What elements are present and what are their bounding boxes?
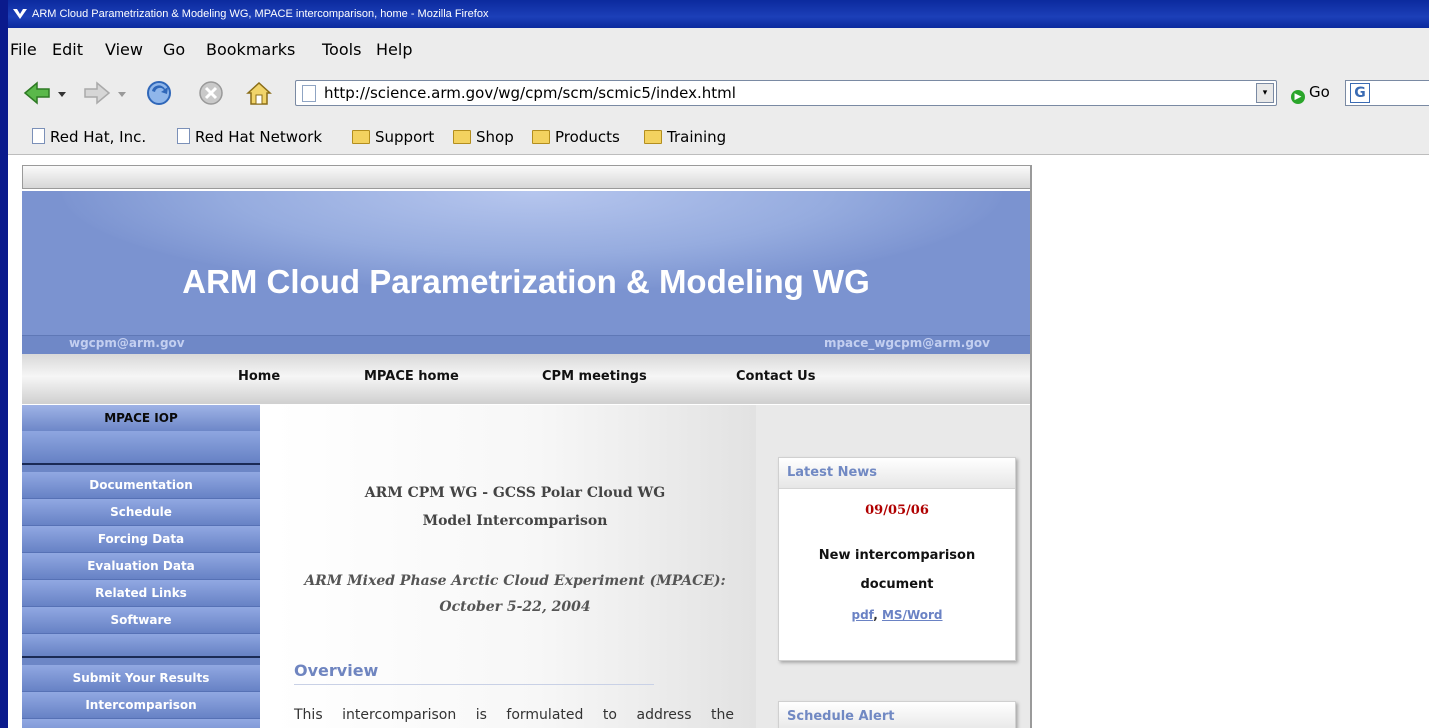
reload-icon[interactable] <box>144 78 174 108</box>
sidebar-item-intercomparison[interactable]: Intercomparison <box>22 692 260 719</box>
menu-bookmarks[interactable]: Bookmarks <box>206 40 295 59</box>
site-title: ARM Cloud Parametrization & Modeling WG <box>182 263 870 300</box>
bookmark-red-hat-network[interactable]: Red Hat Network <box>177 127 322 147</box>
stop-icon[interactable] <box>196 78 226 108</box>
pdf-link[interactable]: pdf <box>851 608 873 622</box>
bookmark-support[interactable]: Support <box>352 127 434 147</box>
page-icon <box>177 128 190 144</box>
folder-icon <box>644 130 662 144</box>
page-icon <box>32 128 45 144</box>
nav-mpace-home[interactable]: MPACE home <box>364 369 459 384</box>
browser-window: ARM Cloud Parametrization & Modeling WG,… <box>8 0 1429 728</box>
schedule-alert-heading: Schedule Alert <box>779 702 1015 728</box>
sidebar-divider <box>22 463 260 465</box>
home-icon[interactable] <box>244 78 274 108</box>
bookmarks-toolbar: Red Hat, Inc. Red Hat Network Support Sh… <box>8 124 1429 152</box>
site-nav: Home MPACE home CPM meetings Contact Us <box>22 354 1030 404</box>
window-menu-icon[interactable] <box>12 7 28 21</box>
latest-news-box: Latest News 09/05/06 New intercomparison… <box>778 457 1016 661</box>
sidebar: MPACE IOP Documentation Schedule Forcing… <box>22 405 260 728</box>
google-search-icon[interactable]: G <box>1350 83 1370 103</box>
overview-heading: Overview <box>294 661 379 680</box>
page-content[interactable]: ARM Cloud Parametrization & Modeling WG … <box>8 155 1429 728</box>
news-date: 09/05/06 <box>865 503 929 518</box>
sidebar-item-related-links[interactable]: Related Links <box>22 580 260 607</box>
back-icon[interactable] <box>22 78 52 108</box>
sidebar-item-partial[interactable] <box>22 719 260 728</box>
nav-contact-us[interactable]: Contact Us <box>736 369 815 384</box>
site-banner: ARM Cloud Parametrization & Modeling WG … <box>22 191 1030 354</box>
email-right[interactable]: mpace_wgcpm@arm.gov <box>824 336 990 350</box>
link-separator: , <box>873 608 878 622</box>
sidebar-item-software[interactable]: Software <box>22 607 260 634</box>
go-icon: ▶ <box>1291 90 1305 104</box>
search-box[interactable]: G <box>1345 80 1429 106</box>
folder-icon <box>352 130 370 144</box>
url-history-dropdown-icon[interactable]: ▾ <box>1256 83 1274 103</box>
sidebar-item-documentation[interactable]: Documentation <box>22 472 260 499</box>
sidebar-header: MPACE IOP <box>22 405 260 431</box>
nav-home[interactable]: Home <box>238 369 280 384</box>
menu-edit[interactable]: Edit <box>52 40 83 59</box>
menu-view[interactable]: View <box>105 40 143 59</box>
sidebar-spacer <box>22 634 260 656</box>
bookmark-products[interactable]: Products <box>532 127 620 147</box>
main-content: ARM CPM WG - GCSS Polar Cloud WG Model I… <box>274 405 756 728</box>
folder-icon <box>453 130 471 144</box>
overview-text: This intercomparison is formulated to ad… <box>294 707 734 723</box>
bookmark-training[interactable]: Training <box>644 127 726 147</box>
window-title: ARM Cloud Parametrization & Modeling WG,… <box>32 8 489 20</box>
url-text[interactable]: http://science.arm.gov/wg/cpm/scm/scmic5… <box>324 83 736 103</box>
email-left[interactable]: wgcpm@arm.gov <box>69 336 185 350</box>
url-bar[interactable]: http://science.arm.gov/wg/cpm/scm/scmic5… <box>295 80 1277 106</box>
experiment-dates: October 5-22, 2004 <box>439 599 591 615</box>
page-right-border <box>1030 165 1032 728</box>
bookmark-shop[interactable]: Shop <box>453 127 514 147</box>
experiment-name: ARM Mixed Phase Arctic Cloud Experiment … <box>304 573 726 589</box>
title-bar: ARM Cloud Parametrization & Modeling WG,… <box>8 0 1429 28</box>
menu-help[interactable]: Help <box>376 40 412 59</box>
web-page: ARM Cloud Parametrization & Modeling WG … <box>22 165 1032 728</box>
page-icon <box>302 85 316 102</box>
right-column: Latest News 09/05/06 New intercomparison… <box>756 405 1030 728</box>
news-line-1: New intercomparison <box>818 548 976 563</box>
top-strip <box>22 165 1032 189</box>
news-links: pdf, MS/Word <box>779 608 1015 622</box>
menu-tools[interactable]: Tools <box>322 40 361 59</box>
page-subtitle: Model Intercomparison <box>422 513 608 529</box>
sidebar-item-schedule[interactable]: Schedule <box>22 499 260 526</box>
menu-file[interactable]: File <box>10 40 37 59</box>
sidebar-item-submit-results[interactable]: Submit Your Results <box>22 665 260 692</box>
latest-news-heading: Latest News <box>779 458 1015 489</box>
page-title: ARM CPM WG - GCSS Polar Cloud WG <box>364 485 666 501</box>
bookmark-red-hat-inc[interactable]: Red Hat, Inc. <box>32 127 146 147</box>
sidebar-spacer <box>22 431 260 463</box>
sidebar-divider <box>22 656 260 658</box>
news-line-2: document <box>860 577 934 592</box>
overview-rule <box>294 684 654 685</box>
nav-cpm-meetings[interactable]: CPM meetings <box>542 369 647 384</box>
forward-icon[interactable] <box>82 78 112 108</box>
menu-go[interactable]: Go <box>163 40 185 59</box>
msword-link[interactable]: MS/Word <box>882 608 943 622</box>
sidebar-item-evaluation-data[interactable]: Evaluation Data <box>22 553 260 580</box>
sidebar-item-forcing-data[interactable]: Forcing Data <box>22 526 260 553</box>
go-label: Go <box>1309 83 1330 101</box>
folder-icon <box>532 130 550 144</box>
forward-dropdown-icon[interactable] <box>116 78 128 108</box>
schedule-alert-box: Schedule Alert <box>778 701 1016 728</box>
go-button[interactable]: ▶ Go <box>1291 80 1330 104</box>
back-dropdown-icon[interactable] <box>56 78 68 108</box>
